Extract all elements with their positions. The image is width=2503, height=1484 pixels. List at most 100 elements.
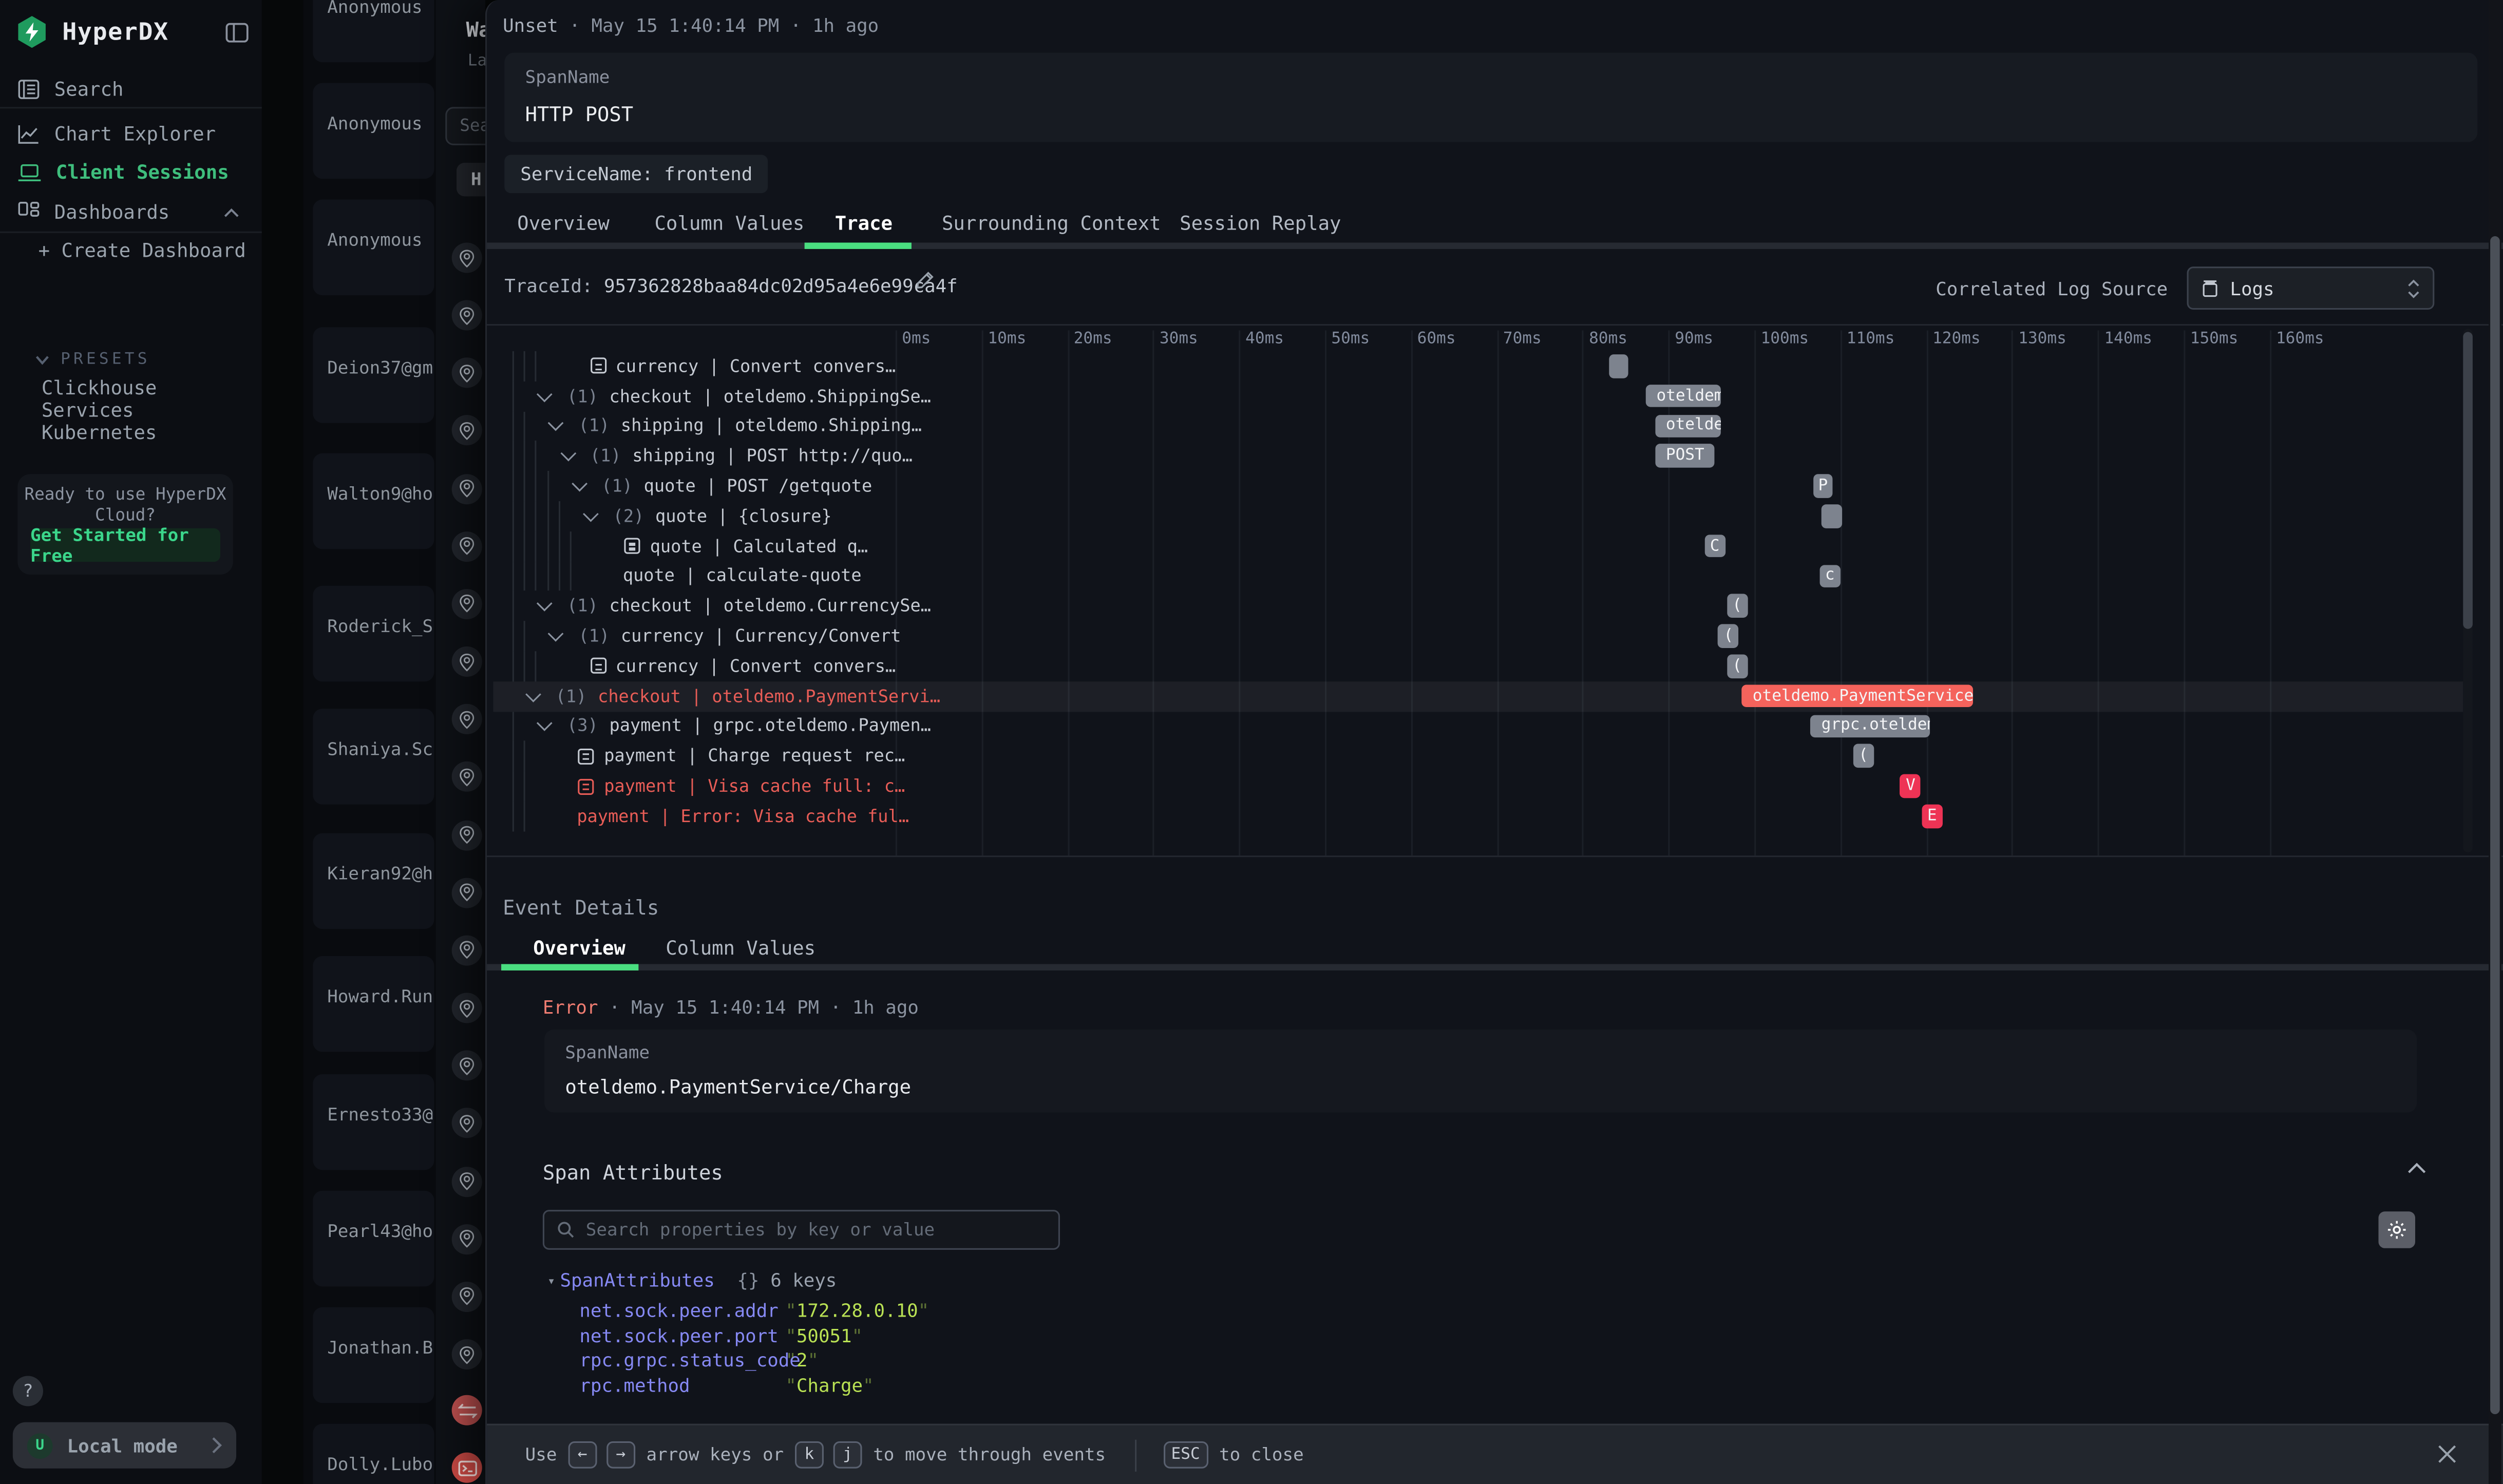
help-button[interactable]: ?: [13, 1376, 43, 1406]
chevron-down-icon[interactable]: [548, 626, 564, 642]
tab-surrounding-context[interactable]: Surrounding Context: [942, 212, 1161, 235]
trace-span-row[interactable]: (2)quote | {closure}: [587, 501, 832, 531]
span-duration-bar[interactable]: oteldem: [1655, 414, 1721, 437]
trace-span-row[interactable]: (1)quote | POST /getquote: [576, 471, 873, 501]
service-name-chip[interactable]: ServiceName: frontend: [504, 155, 768, 194]
location-pin-icon[interactable]: [452, 705, 482, 735]
attributes-search[interactable]: [543, 1210, 1060, 1250]
trace-span-row[interactable]: quote | Calculated q…: [624, 531, 868, 561]
trace-span-row[interactable]: currency | Convert convers…: [590, 651, 896, 681]
session-list-item[interactable]: Anonymous: [313, 83, 434, 179]
trace-span-row[interactable]: (1)shipping | oteldemo.Shipping…: [553, 411, 922, 441]
trace-span-row[interactable]: payment | Error: Visa cache ful…: [577, 801, 909, 831]
span-duration-bar[interactable]: E: [1922, 805, 1942, 828]
location-pin-icon[interactable]: [452, 473, 482, 504]
chevron-down-icon[interactable]: [583, 506, 599, 522]
sidebar-item-client-sessions[interactable]: Client Sessions: [0, 153, 262, 192]
session-list-item[interactable]: Anonymous: [313, 0, 434, 62]
events-filter-button[interactable]: H: [457, 163, 485, 196]
trace-span-row[interactable]: (1)currency | Currency/Convert: [553, 621, 901, 651]
panel-collapse-icon[interactable]: [225, 20, 249, 44]
location-pin-icon[interactable]: [452, 1282, 482, 1312]
session-list-item[interactable]: Deion37@gm: [313, 327, 434, 423]
chevron-down-icon[interactable]: [537, 596, 553, 612]
ed-tab-overview[interactable]: Overview: [533, 937, 625, 960]
location-pin-icon[interactable]: [452, 935, 482, 965]
edit-pencil-icon[interactable]: [915, 270, 935, 290]
chevron-down-icon[interactable]: [537, 716, 553, 732]
trace-span-row[interactable]: (3)payment | grpc.oteldemo.Paymen…: [541, 711, 931, 741]
location-pin-icon[interactable]: [452, 358, 482, 388]
session-list-item[interactable]: Roderick_S: [313, 586, 434, 682]
location-pin-icon[interactable]: [452, 646, 482, 677]
close-icon[interactable]: [2436, 1443, 2458, 1466]
span-duration-bar[interactable]: C: [1704, 535, 1725, 558]
attributes-root-row[interactable]: ▾ SpanAttributes {} 6 keys: [547, 1267, 837, 1293]
local-mode-button[interactable]: U Local mode: [13, 1422, 236, 1469]
span-duration-bar[interactable]: (: [1718, 624, 1739, 648]
trace-span-row[interactable]: quote | calculate-quote: [623, 561, 862, 591]
log-source-select[interactable]: Logs: [2187, 267, 2435, 310]
trace-span-row[interactable]: (1)shipping | POST http://quo…: [564, 441, 913, 471]
preset-kubernetes[interactable]: Kubernetes: [42, 422, 157, 444]
sidebar-item-chart-explorer[interactable]: Chart Explorer: [0, 115, 262, 154]
location-pin-icon[interactable]: [452, 300, 482, 331]
span-duration-bar[interactable]: POST h: [1655, 444, 1715, 467]
chevron-down-icon[interactable]: [548, 416, 564, 432]
location-pin-icon[interactable]: [452, 416, 482, 446]
sidebar-item-dashboards[interactable]: Dashboards: [0, 193, 262, 232]
location-pin-icon[interactable]: [452, 1051, 482, 1081]
location-pin-icon[interactable]: [452, 762, 482, 792]
session-list-item[interactable]: Anonymous: [313, 200, 434, 296]
session-list-item[interactable]: Shaniya.Sc: [313, 709, 434, 805]
span-duration-bar[interactable]: oteldemo.PaymentService/Char: [1741, 684, 1973, 708]
location-pin-icon[interactable]: [452, 1108, 482, 1138]
span-duration-bar[interactable]: (: [1853, 745, 1873, 768]
trace-span-row[interactable]: (1)checkout | oteldemo.PaymentServi…: [530, 681, 940, 711]
preset-clickhouse[interactable]: Clickhouse: [42, 377, 157, 399]
session-list-item[interactable]: Ernesto33@: [313, 1074, 434, 1170]
preset-services[interactable]: Services: [42, 399, 134, 422]
session-list-item[interactable]: Howard.Run: [313, 956, 434, 1052]
trace-span-row[interactable]: (1)checkout | oteldemo.CurrencySe…: [541, 591, 931, 621]
create-dashboard-button[interactable]: + Create Dashboard: [39, 239, 246, 262]
session-list-item[interactable]: Walton9@ho: [313, 453, 434, 549]
trace-span-row[interactable]: currency | Convert convers…: [590, 351, 896, 381]
span-duration-bar[interactable]: [1608, 354, 1629, 377]
span-duration-bar[interactable]: grpc.oteldemo.: [1810, 714, 1930, 737]
chevron-down-icon[interactable]: [560, 446, 576, 462]
sidebar-item-search[interactable]: Search: [0, 70, 262, 109]
span-duration-bar[interactable]: (: [1727, 595, 1748, 618]
trace-span-row[interactable]: payment | Visa cache full: c…: [578, 771, 905, 801]
trace-span-row[interactable]: (1)checkout | oteldemo.ShippingSe…: [541, 381, 931, 411]
gear-icon[interactable]: [2379, 1211, 2415, 1248]
scrollbar-thumb[interactable]: [2490, 236, 2500, 1414]
tab-session-replay[interactable]: Session Replay: [1180, 212, 1341, 235]
location-pin-icon[interactable]: [452, 1224, 482, 1254]
location-pin-icon[interactable]: [452, 589, 482, 619]
chevron-up-icon[interactable]: [223, 207, 239, 218]
span-duration-bar[interactable]: c: [1819, 564, 1840, 587]
attributes-search-input[interactable]: [586, 1220, 1001, 1240]
get-started-button[interactable]: Get Started for Free: [30, 528, 220, 562]
location-pin-icon[interactable]: [452, 993, 482, 1023]
trace-span-row[interactable]: payment | Charge request rec…: [578, 741, 905, 771]
span-duration-bar[interactable]: P: [1813, 474, 1833, 498]
chevron-down-icon[interactable]: [537, 386, 553, 402]
location-pin-icon[interactable]: [452, 1166, 482, 1196]
tab-overview[interactable]: Overview: [517, 212, 610, 235]
session-list-item[interactable]: Dolly.Lubo: [313, 1424, 434, 1484]
location-pin-icon[interactable]: [452, 531, 482, 561]
swap-icon[interactable]: [452, 1395, 482, 1425]
location-pin-icon[interactable]: [452, 820, 482, 850]
chevron-up-icon[interactable]: [2407, 1162, 2426, 1175]
tab-trace[interactable]: Trace: [835, 212, 893, 235]
location-pin-icon[interactable]: [452, 242, 482, 273]
session-list-item[interactable]: Jonathan.B: [313, 1307, 434, 1403]
session-list-item[interactable]: Kieran92@h: [313, 833, 434, 929]
tab-column-values[interactable]: Column Values: [654, 212, 804, 235]
ed-tab-column-values[interactable]: Column Values: [666, 937, 816, 960]
location-pin-icon[interactable]: [452, 1339, 482, 1369]
location-pin-icon[interactable]: [452, 878, 482, 908]
span-duration-bar[interactable]: oteldemo.: [1645, 384, 1721, 407]
